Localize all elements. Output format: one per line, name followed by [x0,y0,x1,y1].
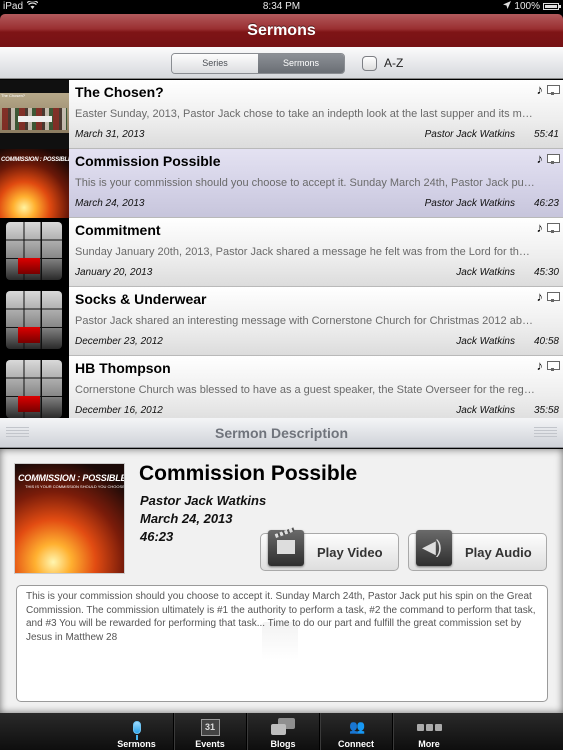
video-screen-icon [547,291,560,302]
sermon-speaker: Jack Watkins [456,336,515,347]
speech-bubbles-icon [271,718,295,736]
video-screen-icon [547,222,560,233]
battery-percent: 100% [514,1,540,12]
section-title: Sermon Description [214,425,349,441]
sermon-list[interactable]: The Chosen? The Chosen? Easter Sunday, 2… [0,80,563,418]
navigation-bar: Sermons [0,14,563,47]
clapperboard-icon [268,530,304,566]
sermon-date: January 20, 2013 [75,267,153,278]
sermon-date: December 16, 2012 [75,405,163,416]
sermon-summary: Pastor Jack shared an interesting messag… [75,315,535,327]
tab-blogs[interactable]: Blogs [246,713,319,750]
sermon-title: Socks & Underwear [75,291,207,307]
audio-note-icon: ♪ [536,358,544,373]
sermon-duration: 55:41 [533,129,559,140]
sermon-title: HB Thompson [75,360,171,376]
play-audio-button[interactable]: ◀) Play Audio [408,530,547,571]
sermon-row-selected[interactable]: COMMISSION : POSSIBLE Commission Possibl… [0,149,563,218]
sermon-row[interactable]: Socks & Underwear Pastor Jack shared an … [0,287,563,356]
location-arrow-icon [503,1,512,12]
sermon-thumbnail [0,218,69,287]
sermon-thumbnail [0,356,69,418]
az-sort-checkbox[interactable] [362,56,377,71]
sermon-description-text[interactable]: This is your commission should you choos… [16,585,548,702]
sermon-speaker: Pastor Jack Watkins [424,129,515,140]
sermon-row[interactable]: HB Thompson Cornerstone Church was bless… [0,356,563,418]
audio-note-icon: ♪ [536,220,544,235]
status-bar: iPad 8:34 PM 100% [0,0,563,14]
detail-date: March 24, 2013 [140,511,233,526]
battery-icon [543,3,561,10]
audio-note-icon: ♪ [536,82,544,97]
sermon-duration: 46:23 [533,198,559,209]
segment-sermons[interactable]: Sermons [258,54,344,73]
sermon-title: Commission Possible [75,153,221,169]
sermon-speaker: Jack Watkins [456,405,515,416]
people-icon: 👥 [349,719,365,734]
sermon-duration: 35:58 [533,405,559,416]
segment-series[interactable]: Series [172,54,258,73]
calendar-icon: 31 [200,718,220,736]
video-screen-icon [547,153,560,164]
clock: 8:34 PM [262,1,301,12]
drag-grip-icon[interactable] [534,427,557,439]
sermon-date: December 23, 2012 [75,336,163,347]
sermon-title: Commitment [75,222,161,238]
detail-speaker: Pastor Jack Watkins [140,493,267,508]
detail-title: Commission Possible [139,462,358,485]
sermon-row[interactable]: The Chosen? The Chosen? Easter Sunday, 2… [0,80,563,149]
video-screen-icon [547,360,560,371]
play-video-button[interactable]: Play Video [260,530,399,571]
sermon-thumbnail: The Chosen? [0,80,69,149]
sermon-date: March 31, 2013 [75,129,145,140]
more-dots-icon [416,723,442,731]
sermon-thumbnail [0,287,69,356]
sermon-summary: Easter Sunday, 2013, Pastor Jack chose t… [75,108,535,120]
sermon-row[interactable]: Commitment Sunday January 20th, 2013, Pa… [0,218,563,287]
tab-events[interactable]: 31 Events [173,713,246,750]
sermon-detail-panel: COMMISSION : POSSIBLE THIS IS YOUR COMMI… [0,449,563,713]
sermon-speaker: Pastor Jack Watkins [424,198,515,209]
page-title: Sermons [247,22,316,39]
sermon-summary: This is your commission should you choos… [75,177,535,189]
filter-toolbar: Series Sermons A-Z [0,47,563,79]
sermon-description-header[interactable]: Sermon Description [0,418,563,448]
audio-note-icon: ♪ [536,289,544,304]
sermon-title: The Chosen? [75,84,164,100]
sermon-duration: 45:30 [533,267,559,278]
view-segmented-control: Series Sermons [171,53,345,74]
tab-sermons[interactable]: Sermons [100,713,173,750]
tab-connect[interactable]: 👥 Connect [319,713,392,750]
video-screen-icon [547,84,560,95]
microphone-icon [132,720,141,740]
sermon-speaker: Jack Watkins [456,267,515,278]
sermon-artwork: COMMISSION : POSSIBLE THIS IS YOUR COMMI… [14,463,125,574]
speaker-volume-icon: ◀) [416,530,452,566]
sermon-summary: Sunday January 20th, 2013, Pastor Jack s… [75,246,535,258]
sermon-thumbnail: COMMISSION : POSSIBLE [0,149,69,218]
tab-more[interactable]: More [392,713,465,750]
sermon-summary: Cornerstone Church was blessed to have a… [75,384,535,396]
sermon-duration: 40:58 [533,336,559,347]
audio-note-icon: ♪ [536,151,544,166]
sermon-date: March 24, 2013 [75,198,145,209]
tab-bar: Sermons 31 Events Blogs 👥 Connect More [0,713,563,750]
drag-grip-icon[interactable] [6,427,29,439]
detail-duration: 46:23 [140,529,174,544]
az-sort-label[interactable]: A-Z [384,56,403,70]
